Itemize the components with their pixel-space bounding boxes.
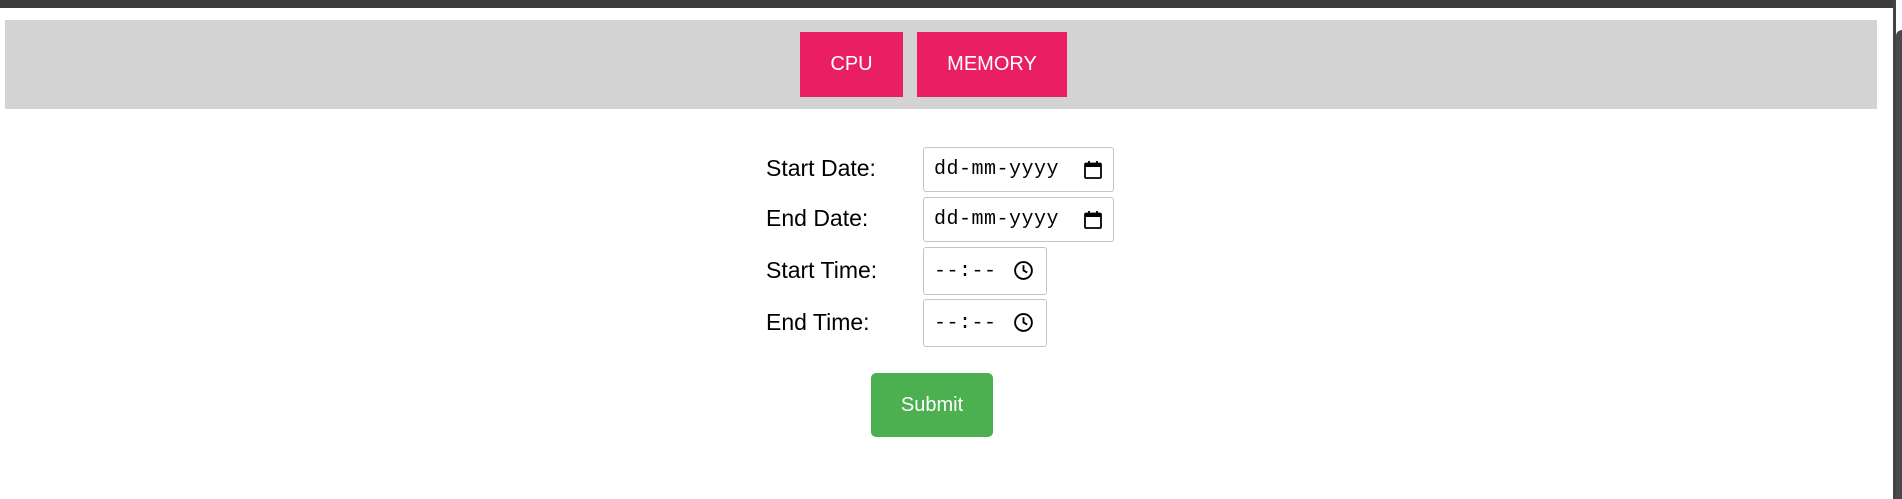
end-time-input[interactable]: --:-- — [923, 299, 1047, 347]
clock-icon[interactable] — [1013, 312, 1034, 333]
end-date-label: End Date: — [766, 205, 869, 231]
memory-button[interactable]: MEMORY — [917, 32, 1067, 97]
start-time-label: Start Time: — [766, 257, 878, 283]
nav-bar: CPU MEMORY — [5, 20, 1877, 109]
start-date-placeholder: dd-mm-yyyy — [934, 158, 1060, 181]
window-top-border — [0, 0, 1902, 8]
end-time-placeholder: --:-- — [934, 311, 997, 335]
end-date-input[interactable]: dd-mm-yyyy — [923, 197, 1114, 242]
clock-icon[interactable] — [1013, 260, 1034, 281]
end-date-placeholder: dd-mm-yyyy — [934, 208, 1060, 231]
start-date-input[interactable]: dd-mm-yyyy — [923, 147, 1114, 192]
calendar-icon[interactable] — [1083, 160, 1103, 180]
end-time-label: End Time: — [766, 309, 870, 335]
start-time-placeholder: --:-- — [934, 259, 997, 283]
window-right-edge — [1893, 0, 1902, 499]
submit-button[interactable]: Submit — [871, 373, 993, 437]
start-time-input[interactable]: --:-- — [923, 247, 1047, 295]
start-date-label: Start Date: — [766, 155, 876, 181]
cpu-button[interactable]: CPU — [800, 32, 903, 97]
calendar-icon[interactable] — [1083, 210, 1103, 230]
